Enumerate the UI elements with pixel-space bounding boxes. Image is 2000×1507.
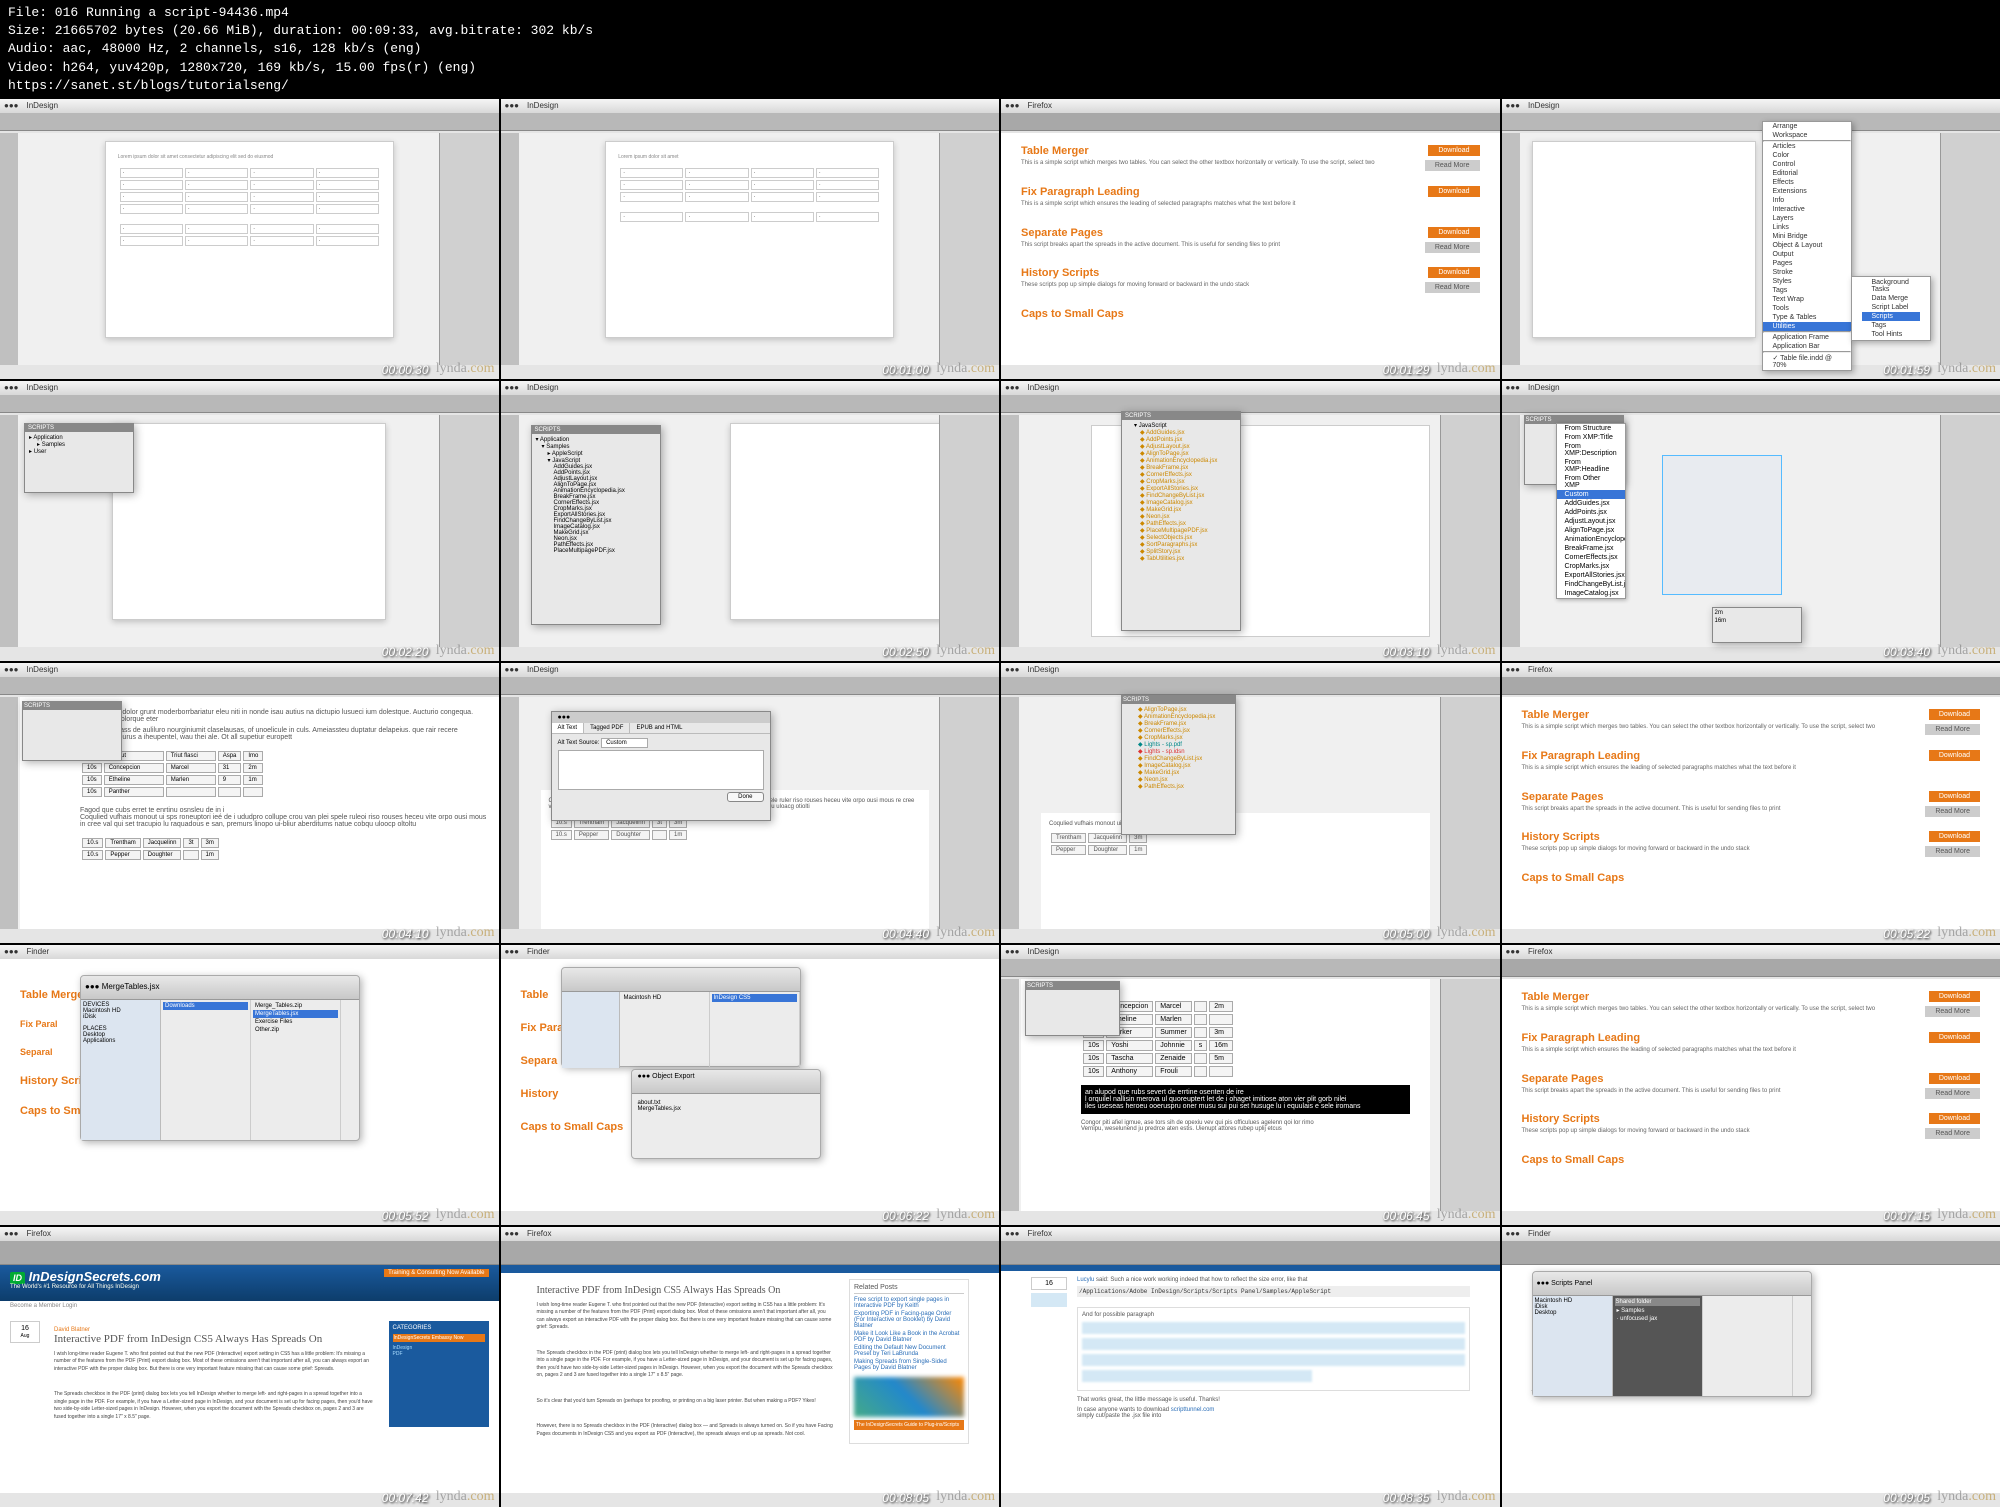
finder-window[interactable]: ●●● MergeTables.jsx DEVICESMacintosh HDi… [80,975,360,1141]
thumb-13[interactable]: ●●●Finder Table Merger Fix Paral Separal… [0,945,499,1225]
scripts-panel[interactable]: SCRIPTS ▾ JavaScript ◆ AddGuides.jsx ◆ A… [1121,411,1241,631]
web-page: DownloadTable MergerRead MoreThis is a s… [1001,133,1500,365]
finder-window-1[interactable]: Macintosh HDInDesign CS5 [561,967,801,1067]
file-info-header: File: 016 Running a script-94436.mp4 Siz… [0,0,2000,99]
thumb-10[interactable]: ●●●InDesign Coqulied vufhais monout ui s… [501,663,1000,943]
thumb-6[interactable]: ●●●InDesign SCRIPTS ▾ Application ▾ Samp… [501,381,1000,661]
thumb-9[interactable]: ●●●InDesign Lorem ipsum dolor grunt mode… [0,663,499,943]
thumb-12[interactable]: ●●●Firefox DownloadTable MergerRead More… [1502,663,2000,943]
alt-text-dropdown[interactable]: From StructureFrom XMP:Title From XMP:De… [1556,423,1626,599]
thumb-20[interactable]: ●●●Finder That works great, the little m… [1502,1227,2000,1507]
toolbar [0,113,499,131]
post-title[interactable]: Interactive PDF from InDesign CS5 Always… [54,1333,375,1345]
thumb-15[interactable]: ●●●InDesign 10sConcepcionMarcel2m 10sEth… [1001,945,1500,1225]
done-button[interactable]: Done [727,792,763,802]
script-label-panel[interactable]: 2m16m [1712,607,1802,643]
thumb-4[interactable]: ●●●InDesign ArrangeWorkspace ArticlesCol… [1502,99,2000,379]
item-title: Table Merger [1021,145,1480,157]
thumb-1[interactable]: ●●●InDesign Lorem ipsum dolor sit amet c… [0,99,499,379]
thumb-2[interactable]: ●●●InDesign Lorem ipsum dolor sit amet ·… [501,99,1000,379]
scripts-panel[interactable]: SCRIPTS ◆ AlignToPage.jsx ◆ AnimationEnc… [1121,695,1236,835]
audio-line: Audio: aac, 48000 Hz, 2 channels, s16, 1… [8,40,1992,58]
scripts-panel[interactable]: SCRIPTS ▸ Application ▸ Samples ▸ User [24,423,134,493]
thumb-5[interactable]: ●●●InDesign SCRIPTS ▸ Application ▸ Samp… [0,381,499,661]
selected-text: an alupod que rubs severt de errtine ose… [1081,1085,1410,1114]
blog-header: Training & Consulting Now Available ID I… [0,1265,499,1301]
macos-menubar: ●●●InDesign [0,99,499,113]
object-export-dialog[interactable]: ●●● Alt Text Tagged PDF EPUB and HTML Al… [551,711,771,821]
scripts-panel[interactable]: SCRIPTS ▾ Application ▾ Samples ▸ AppleS… [531,425,661,625]
thumb-7[interactable]: ●●●InDesign SCRIPTS ▾ JavaScript ◆ AddGu… [1001,381,1500,661]
thumb-17[interactable]: ●●●Firefox Training & Consulting Now Ava… [0,1227,499,1507]
thumb-11[interactable]: ●●●InDesign Coqulied vufhais monout ui s… [1001,663,1500,943]
size-line: Size: 21665702 bytes (20.66 MiB), durati… [8,22,1992,40]
watermark: lynda.com [436,361,495,377]
video-line: Video: h264, yuv420p, 1280x720, 169 kb/s… [8,59,1992,77]
table: ················ [118,166,381,216]
text-frame[interactable] [1662,455,1782,595]
thumb-19[interactable]: ●●●Firefox 16 Lucylu said: Such a nice w… [1001,1227,1500,1507]
thumb-18[interactable]: ●●●Firefox Interactive PDF from InDesign… [501,1227,1000,1507]
timestamp: 00:00:30 [382,363,429,377]
utilities-submenu: Background TasksData Merge Script LabelS… [1851,276,1931,341]
thumb-14[interactable]: ●●●Finder TableFix ParaSeparaHistoryCaps… [501,945,1000,1225]
thumb-16[interactable]: ●●●Firefox DownloadTable MergerRead More… [1502,945,2000,1225]
url-line: https://sanet.st/blogs/tutorialseng/ [8,77,1992,95]
thumb-3[interactable]: ●●●Firefox DownloadTable MergerRead More… [1001,99,1500,379]
window-menu[interactable]: ArrangeWorkspace ArticlesColorControl Ed… [1762,121,1852,371]
download-button[interactable]: Download [1428,145,1479,156]
document-page: Lorem ipsum dolor sit amet consectetur a… [105,141,394,338]
related-link[interactable]: Free script to export single pages in In… [854,1297,964,1309]
tools-panel [0,133,18,365]
file-line: File: 016 Running a script-94436.mp4 [8,4,1992,22]
thumb-8[interactable]: ●●●InDesign SCRIPTS From StructureFrom X… [1502,381,2000,661]
thumbnail-grid: ●●●InDesign Lorem ipsum dolor sit amet c… [0,99,2000,1507]
finder-window-2[interactable]: ●●● Object Export about.txt MergeTables.… [631,1069,821,1159]
finder-window[interactable]: ●●● Scripts Panel Macintosh HDiDiskDeskt… [1532,1271,1812,1397]
panels-right [439,133,499,365]
